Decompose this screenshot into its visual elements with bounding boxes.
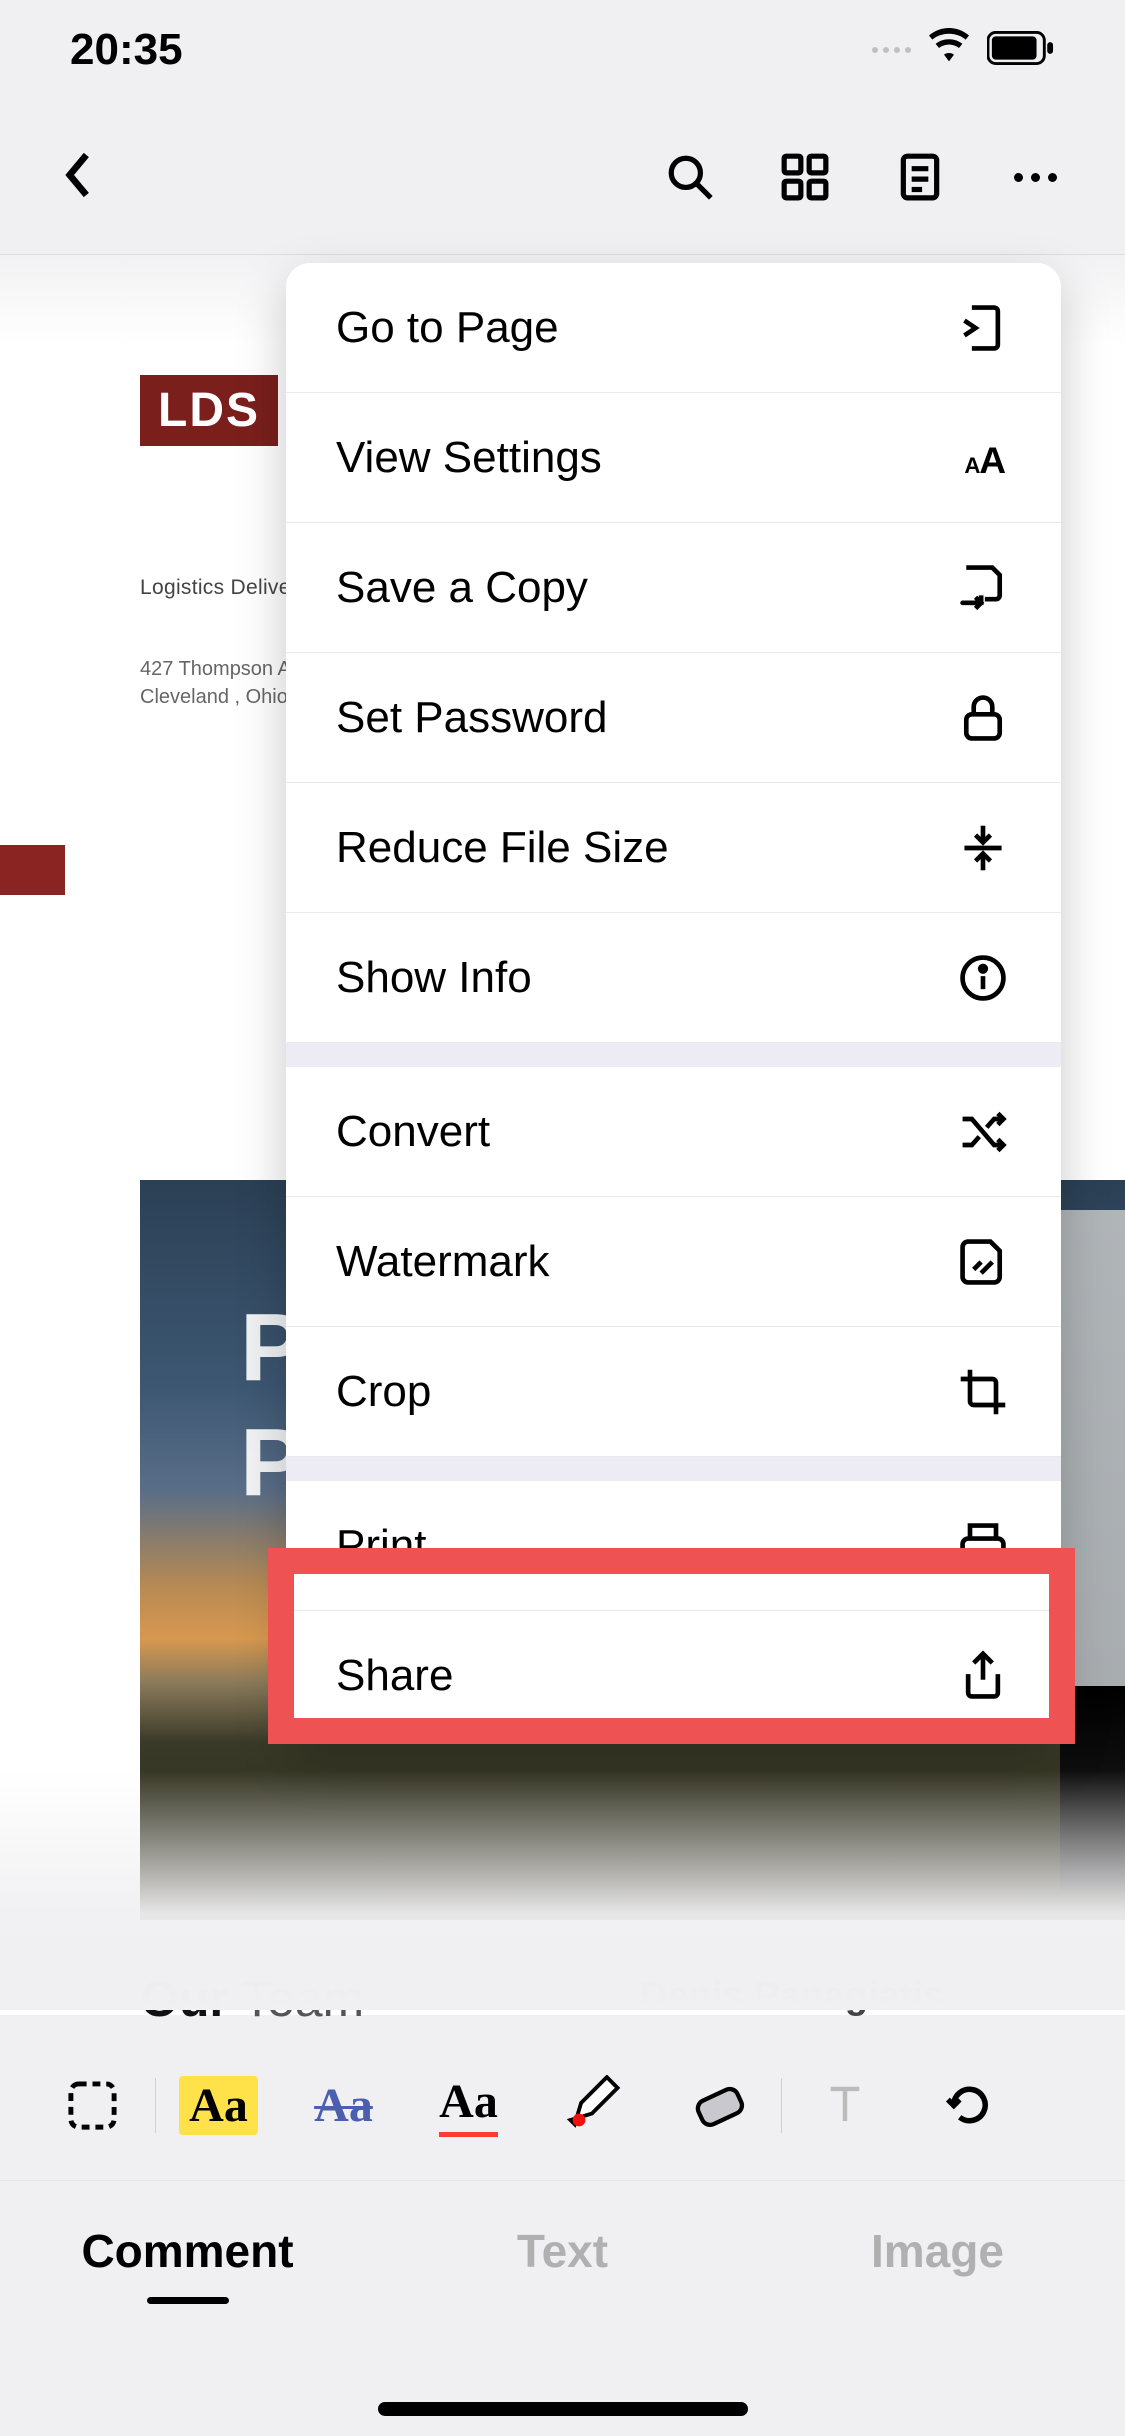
undo-button[interactable] — [907, 2060, 1032, 2150]
goto-page-icon — [955, 300, 1011, 356]
bottom-tabs: Comment Text Image — [0, 2180, 1125, 2320]
strikethrough-tool[interactable]: Aa — [281, 2060, 406, 2150]
more-button[interactable] — [1005, 147, 1065, 207]
search-button[interactable] — [660, 147, 720, 207]
menu-show-info[interactable]: Show Info — [286, 913, 1061, 1043]
compress-icon — [955, 820, 1011, 876]
status-icons — [872, 28, 1055, 73]
doc-accent-bar — [0, 845, 65, 895]
nav-bar — [0, 100, 1125, 255]
status-bar: 20:35 — [0, 0, 1125, 100]
pen-tool[interactable] — [531, 2060, 656, 2150]
shuffle-icon — [955, 1104, 1011, 1160]
highlight-tool[interactable]: Aa — [156, 2060, 281, 2150]
selection-tool[interactable] — [30, 2060, 155, 2150]
tab-image[interactable]: Image — [750, 2224, 1125, 2278]
print-icon — [955, 1518, 1011, 1574]
signal-dots-icon — [872, 47, 911, 53]
menu-print[interactable]: Print — [286, 1481, 1061, 1611]
page-view-button[interactable] — [890, 147, 950, 207]
battery-icon — [987, 31, 1055, 70]
menu-crop[interactable]: Crop — [286, 1327, 1061, 1457]
annotation-toolbar: Aa Aa Aa — [0, 2040, 1125, 2170]
menu-convert[interactable]: Convert — [286, 1067, 1061, 1197]
home-indicator[interactable] — [378, 2402, 748, 2416]
menu-save-copy[interactable]: Save a Copy — [286, 523, 1061, 653]
team-member-name: Denis Panagiatis — [640, 1975, 944, 2018]
svg-text:A: A — [964, 452, 980, 477]
our-team-heading: Our Team — [140, 1970, 364, 2028]
menu-separator — [286, 1043, 1061, 1067]
dropdown-menu: Go to Page View Settings AA Save a Copy … — [286, 263, 1061, 1741]
menu-separator — [286, 1457, 1061, 1481]
status-time: 20:35 — [70, 25, 183, 75]
menu-watermark[interactable]: Watermark — [286, 1197, 1061, 1327]
logo-badge: LDS — [140, 375, 278, 446]
svg-text:A: A — [979, 438, 1006, 480]
menu-reduce-size[interactable]: Reduce File Size — [286, 783, 1061, 913]
watermark-icon — [955, 1234, 1011, 1290]
truck-image — [1060, 1210, 1125, 1890]
eraser-tool[interactable] — [656, 2060, 781, 2150]
menu-go-to-page[interactable]: Go to Page — [286, 263, 1061, 393]
share-icon — [955, 1648, 1011, 1704]
text-size-icon: AA — [955, 430, 1011, 486]
tab-comment[interactable]: Comment — [0, 2224, 375, 2278]
menu-view-settings[interactable]: View Settings AA — [286, 393, 1061, 523]
crop-icon — [955, 1364, 1011, 1420]
wifi-icon — [929, 28, 969, 73]
back-button[interactable] — [60, 150, 96, 205]
text-tool[interactable] — [782, 2060, 907, 2150]
save-export-icon — [955, 560, 1011, 616]
info-icon — [955, 950, 1011, 1006]
underline-tool[interactable]: Aa — [406, 2060, 531, 2150]
tab-text[interactable]: Text — [375, 2224, 750, 2278]
lock-icon — [955, 690, 1011, 746]
menu-share[interactable]: Share — [286, 1611, 1061, 1741]
thumbnails-button[interactable] — [775, 147, 835, 207]
menu-set-password[interactable]: Set Password — [286, 653, 1061, 783]
